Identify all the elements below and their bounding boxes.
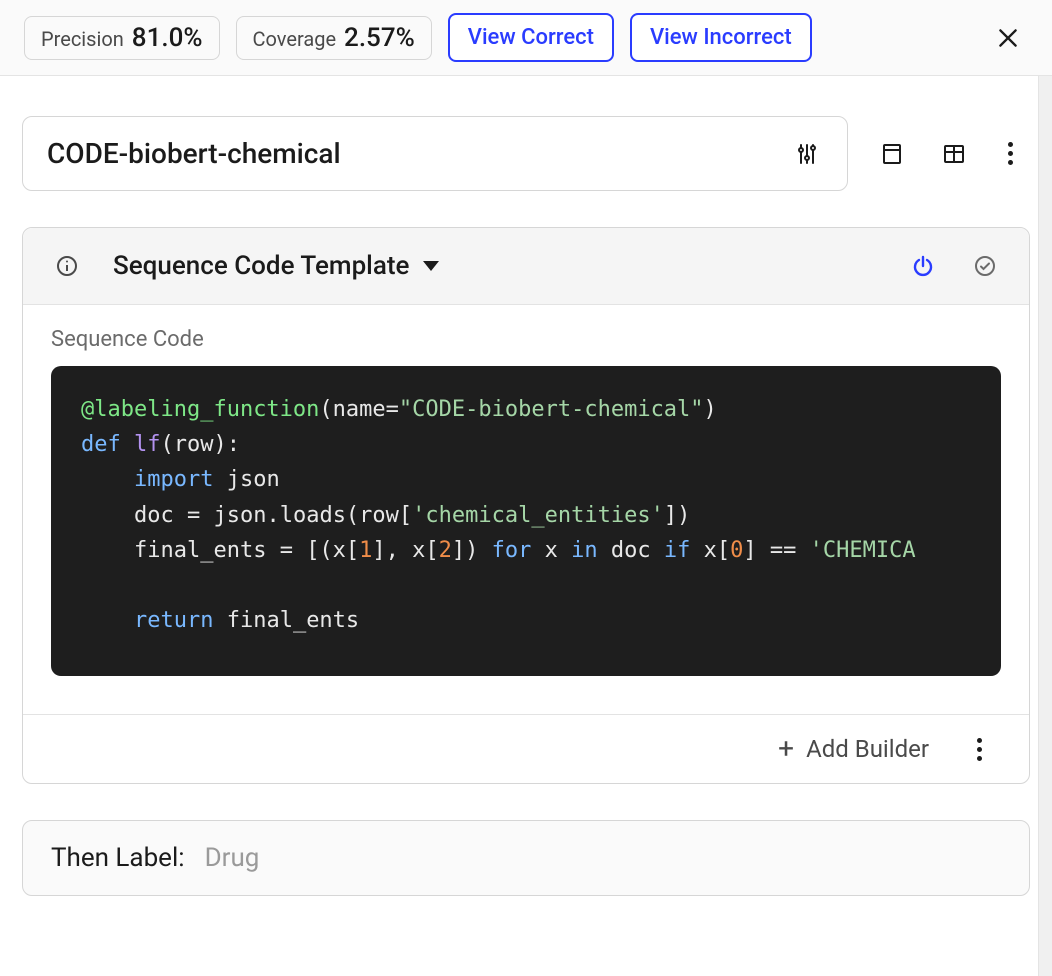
then-label-value: Drug xyxy=(205,843,260,873)
template-dropdown[interactable]: Sequence Code Template xyxy=(113,251,439,281)
panel-icon[interactable] xyxy=(876,138,908,170)
builder-card: Sequence Code Template Sequence Code @la… xyxy=(22,227,1030,784)
chevron-down-icon xyxy=(423,261,439,271)
coverage-label: Coverage xyxy=(253,29,337,49)
precision-chip[interactable]: Precision 81.0% xyxy=(24,16,220,60)
check-circle-icon[interactable] xyxy=(969,250,1001,282)
power-icon[interactable] xyxy=(907,250,939,282)
builder-card-body: Sequence Code @labeling_function(name="C… xyxy=(23,305,1029,715)
close-icon[interactable] xyxy=(988,18,1028,58)
template-dropdown-label: Sequence Code Template xyxy=(113,251,409,281)
code-editor[interactable]: @labeling_function(name="CODE-biobert-ch… xyxy=(51,366,1001,676)
table-icon[interactable] xyxy=(938,138,970,170)
view-correct-button[interactable]: View Correct xyxy=(448,13,614,62)
view-incorrect-button[interactable]: View Incorrect xyxy=(630,13,812,62)
tune-icon[interactable] xyxy=(791,138,823,170)
top-stats-bar: Precision 81.0% Coverage 2.57% View Corr… xyxy=(0,0,1052,76)
info-icon[interactable] xyxy=(51,250,83,282)
lf-name-box[interactable]: CODE-biobert-chemical xyxy=(22,116,848,191)
precision-value: 81.0% xyxy=(132,25,203,51)
more-menu-icon[interactable] xyxy=(1000,140,1020,168)
content-area: CODE-biobert-chemical xyxy=(0,76,1052,976)
lf-title-row: CODE-biobert-chemical xyxy=(22,116,1030,191)
coverage-chip[interactable]: Coverage 2.57% xyxy=(236,16,432,60)
precision-label: Precision xyxy=(41,29,124,49)
then-label-row[interactable]: Then Label: Drug xyxy=(22,820,1030,896)
then-label-key: Then Label: xyxy=(51,843,185,873)
add-builder-button[interactable]: + Add Builder xyxy=(778,735,929,763)
code-section-label: Sequence Code xyxy=(51,327,1001,352)
lf-name: CODE-biobert-chemical xyxy=(47,137,791,170)
builder-card-header: Sequence Code Template xyxy=(23,228,1029,305)
plus-icon: + xyxy=(778,735,794,763)
builder-card-footer: + Add Builder xyxy=(23,715,1029,783)
scrollbar[interactable] xyxy=(1038,76,1052,976)
builder-more-menu-icon[interactable] xyxy=(969,735,989,763)
add-builder-label: Add Builder xyxy=(806,735,929,763)
coverage-value: 2.57% xyxy=(344,25,415,51)
